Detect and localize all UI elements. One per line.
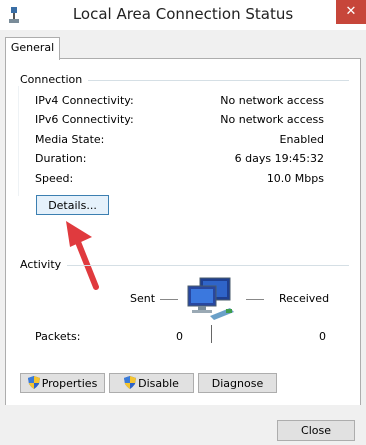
speed-label: Speed: xyxy=(35,172,74,185)
properties-button-label: Properties xyxy=(41,377,98,390)
ipv6-label: IPv6 Connectivity: xyxy=(35,113,134,126)
media-state-value: Enabled xyxy=(279,133,324,146)
ipv4-label: IPv4 Connectivity: xyxy=(35,94,134,107)
connection-group-line xyxy=(79,80,349,81)
sent-label: Sent xyxy=(130,292,156,305)
duration-label: Duration: xyxy=(35,152,87,165)
properties-button[interactable]: Properties xyxy=(20,373,105,393)
uac-shield-icon xyxy=(27,376,40,389)
tab-general[interactable]: General xyxy=(5,37,60,60)
red-arrow-annotation xyxy=(66,221,99,290)
ipv6-value: No network access xyxy=(220,113,324,126)
title-bar: Local Area Connection Status ✕ xyxy=(0,0,366,30)
window-title: Local Area Connection Status xyxy=(72,5,294,23)
diagnose-button[interactable]: Diagnose xyxy=(198,373,277,393)
close-button[interactable]: Close xyxy=(277,420,355,441)
packets-label: Packets: xyxy=(35,330,81,343)
packets-divider xyxy=(211,325,212,343)
disable-button[interactable]: Disable xyxy=(109,373,194,393)
close-icon[interactable]: ✕ xyxy=(336,0,366,24)
network-computers-icon xyxy=(187,277,234,320)
packets-received-value: 0 xyxy=(319,330,326,343)
received-line xyxy=(246,299,264,300)
speed-value: 10.0 Mbps xyxy=(266,172,324,185)
connection-heading: Connection xyxy=(20,73,89,86)
status-window: Local Area Connection Status ✕ General C… xyxy=(0,0,366,445)
connection-group-vline xyxy=(18,86,19,196)
activity-group-line xyxy=(63,265,349,266)
uac-shield-icon xyxy=(124,376,137,389)
packets-sent-value: 0 xyxy=(176,330,183,343)
sent-line xyxy=(160,299,178,300)
disable-button-label: Disable xyxy=(138,377,179,390)
general-panel xyxy=(5,58,361,407)
ipv4-value: No network access xyxy=(220,94,324,107)
media-state-label: Media State: xyxy=(35,133,105,146)
received-label: Received xyxy=(279,292,330,305)
duration-value: 6 days 19:45:32 xyxy=(234,152,324,165)
activity-heading: Activity xyxy=(20,258,68,271)
details-button[interactable]: Details... xyxy=(36,195,109,215)
